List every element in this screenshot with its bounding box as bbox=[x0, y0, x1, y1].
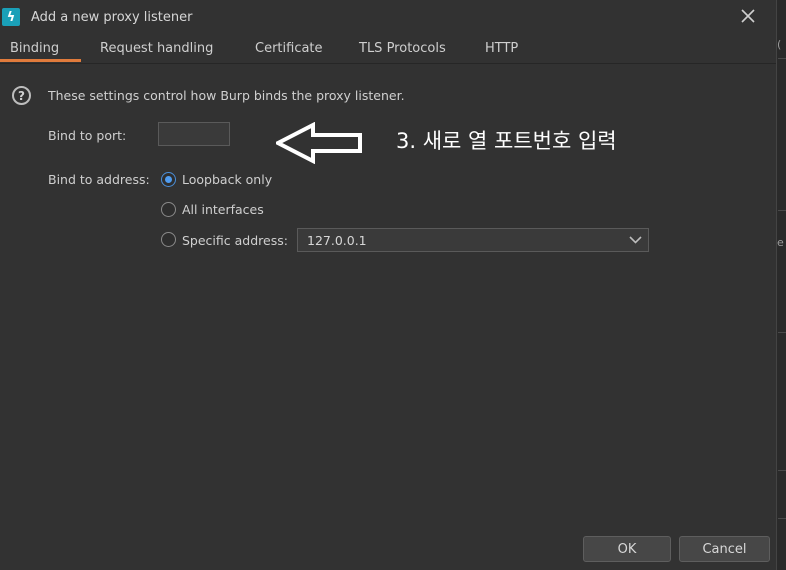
ok-button[interactable]: OK bbox=[583, 536, 671, 562]
tab-tls-protocols[interactable]: TLS Protocols bbox=[359, 41, 446, 56]
title-bar: ϟ Add a new proxy listener bbox=[0, 0, 776, 36]
specific-address-value: 127.0.0.1 bbox=[307, 233, 367, 248]
close-button[interactable] bbox=[736, 4, 760, 28]
tab-certificate[interactable]: Certificate bbox=[255, 41, 323, 56]
burp-lightning-icon: ϟ bbox=[2, 8, 20, 26]
tab-request-handling[interactable]: Request handling bbox=[100, 41, 213, 56]
dialog-footer: OK Cancel bbox=[0, 530, 776, 570]
loopback-only-radio[interactable] bbox=[161, 172, 176, 187]
binding-info-text: These settings control how Burp binds th… bbox=[48, 88, 405, 103]
all-interfaces-label[interactable]: All interfaces bbox=[182, 202, 264, 217]
bind-port-label: Bind to port: bbox=[48, 128, 127, 143]
tab-binding[interactable]: Binding bbox=[10, 41, 59, 56]
all-interfaces-radio[interactable] bbox=[161, 202, 176, 217]
chevron-down-icon bbox=[629, 236, 642, 244]
specific-address-label[interactable]: Specific address: bbox=[182, 233, 288, 248]
annotation-arrow-icon bbox=[273, 121, 364, 168]
help-icon[interactable]: ? bbox=[12, 86, 31, 105]
binding-panel: ? These settings control how Burp binds … bbox=[0, 64, 776, 530]
loopback-only-label[interactable]: Loopback only bbox=[182, 172, 272, 187]
annotation-text: 3. 새로 열 포트번호 입력 bbox=[396, 129, 617, 153]
proxy-listener-dialog: ϟ Add a new proxy listener Binding Reque… bbox=[0, 0, 777, 570]
bind-port-input[interactable] bbox=[158, 122, 230, 146]
tab-bar: Binding Request handling Certificate TLS… bbox=[0, 36, 776, 64]
background-window-edge: ( e bbox=[776, 0, 786, 570]
window-title: Add a new proxy listener bbox=[31, 10, 193, 25]
tab-http[interactable]: HTTP bbox=[485, 41, 518, 56]
close-icon bbox=[741, 9, 755, 23]
bind-address-label: Bind to address: bbox=[48, 172, 150, 187]
active-tab-indicator bbox=[0, 59, 81, 62]
cancel-button[interactable]: Cancel bbox=[679, 536, 770, 562]
specific-address-select[interactable]: 127.0.0.1 bbox=[297, 228, 649, 252]
specific-address-radio[interactable] bbox=[161, 232, 176, 247]
